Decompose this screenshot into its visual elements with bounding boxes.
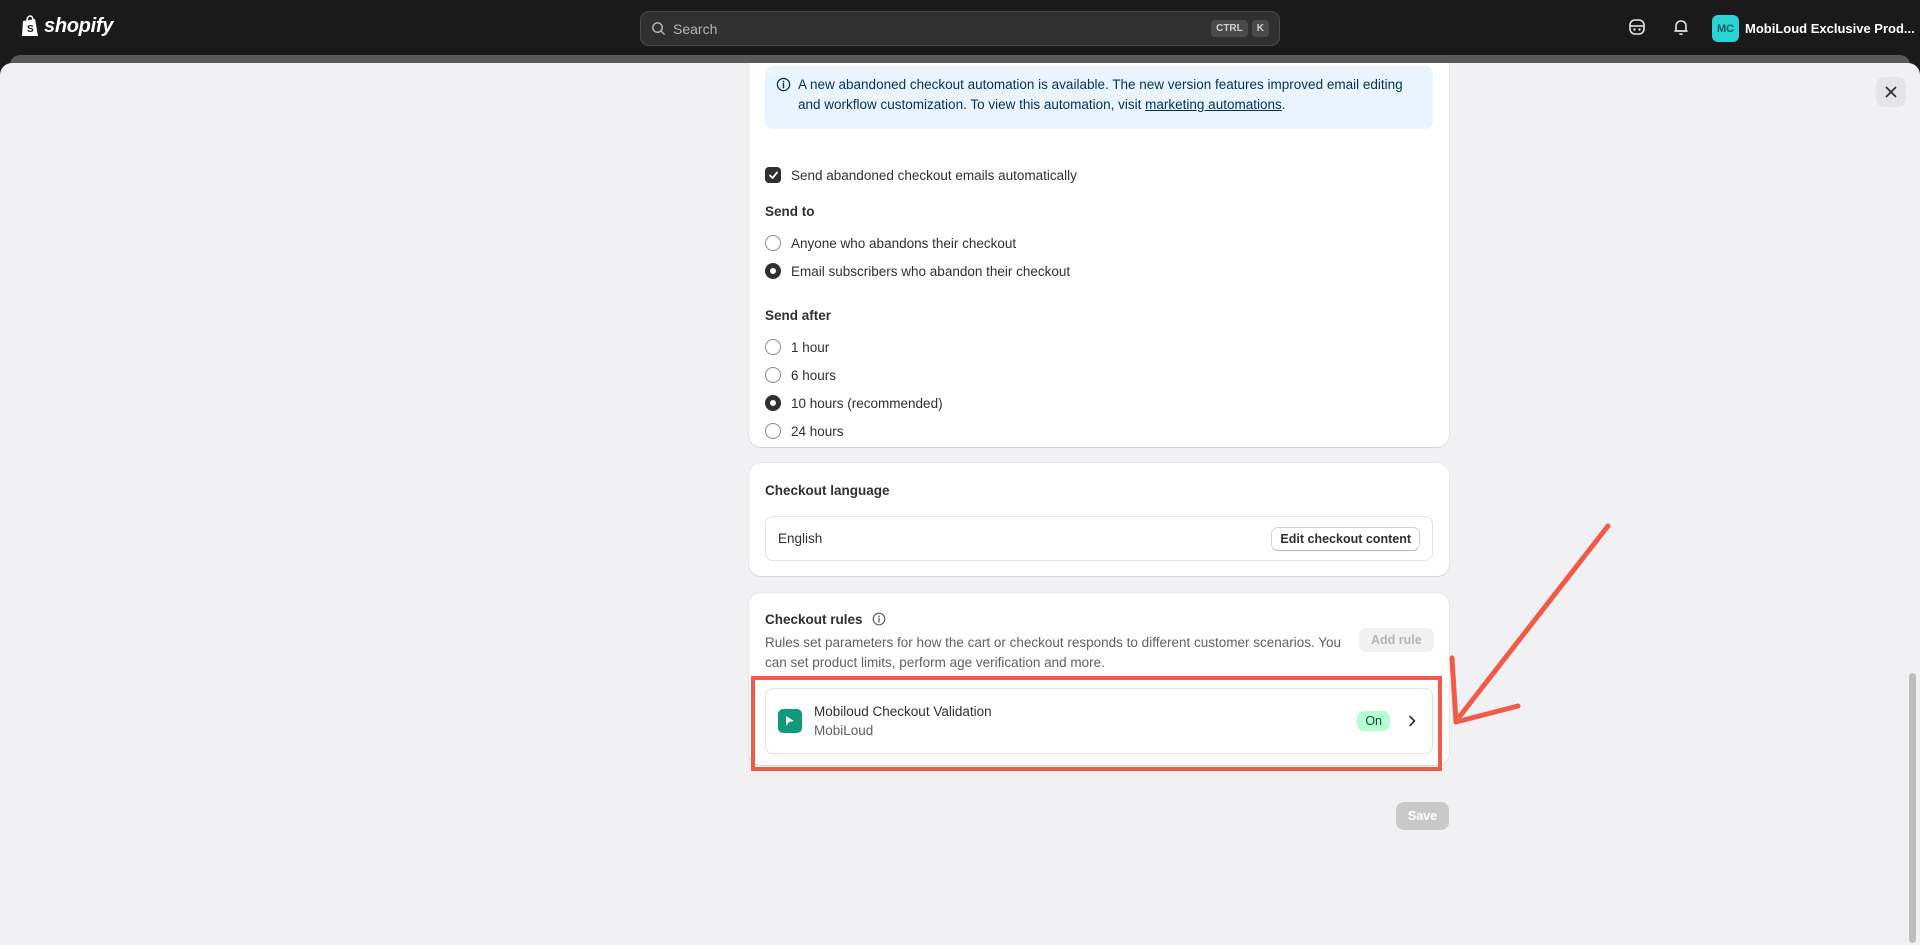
- banner-suffix: .: [1281, 97, 1286, 112]
- sidekick-icon[interactable]: [1627, 17, 1647, 37]
- radio-button[interactable]: [765, 367, 781, 383]
- info-icon: [776, 77, 791, 92]
- search-icon: [652, 22, 665, 35]
- send-after-option-1h[interactable]: 1 hour: [765, 339, 829, 355]
- shortcut-key-ctrl: CTRL: [1211, 20, 1248, 37]
- close-icon: [1885, 86, 1897, 98]
- send-after-option-24h[interactable]: 24 hours: [765, 423, 844, 439]
- close-button[interactable]: [1876, 77, 1906, 107]
- language-value: English: [778, 531, 823, 546]
- radio-button[interactable]: [765, 235, 781, 251]
- shortcut-key-k: K: [1251, 20, 1269, 37]
- checkout-rules-title: Checkout rules: [765, 612, 863, 627]
- option-label: 6 hours: [791, 367, 837, 383]
- banner-text: A new abandoned checkout automation is a…: [798, 77, 1403, 112]
- language-row: English Edit checkout content: [765, 516, 1433, 561]
- annotation-highlight-box: [751, 676, 1442, 771]
- send-to-option-anyone[interactable]: Anyone who abandons their checkout: [765, 235, 1016, 251]
- marketing-automations-link[interactable]: marketing automations: [1145, 97, 1282, 112]
- logo-text: shopify: [44, 14, 114, 37]
- send-to-option-subscribers[interactable]: Email subscribers who abandon their chec…: [765, 263, 1070, 279]
- radio-button[interactable]: [765, 339, 781, 355]
- send-after-label: Send after: [765, 308, 832, 323]
- store-name: MobiLoud Exclusive Prod...: [1745, 21, 1915, 36]
- checkout-language-card: Checkout language English Edit checkout …: [749, 463, 1449, 576]
- account-menu[interactable]: MC MobiLoud Exclusive Prod...: [1712, 15, 1915, 42]
- search-bar[interactable]: Search CTRL K: [640, 11, 1280, 46]
- checkout-rules-heading: Checkout rules: [765, 612, 886, 627]
- add-rule-button[interactable]: Add rule: [1359, 628, 1434, 652]
- shopify-bag-icon: S: [22, 15, 38, 36]
- edit-checkout-content-button[interactable]: Edit checkout content: [1271, 526, 1420, 551]
- send-after-option-10h[interactable]: 10 hours (recommended): [765, 395, 943, 411]
- option-label: 1 hour: [791, 339, 830, 355]
- radio-button-selected[interactable]: [765, 395, 781, 411]
- save-button[interactable]: Save: [1396, 802, 1449, 830]
- radio-button[interactable]: [765, 423, 781, 439]
- checkout-language-title: Checkout language: [765, 483, 890, 498]
- send-after-option-6h[interactable]: 6 hours: [765, 367, 836, 383]
- option-label: 10 hours (recommended): [791, 395, 943, 411]
- info-icon[interactable]: [872, 612, 886, 626]
- search-placeholder: Search: [673, 20, 718, 37]
- scrollbar-thumb[interactable]: [1909, 673, 1916, 943]
- send-auto-checkbox-row[interactable]: Send abandoned checkout emails automatic…: [765, 167, 1077, 183]
- send-auto-label: Send abandoned checkout emails automatic…: [791, 167, 1077, 183]
- option-label: 24 hours: [791, 423, 844, 439]
- option-label: Email subscribers who abandon their chec…: [791, 263, 1071, 279]
- svg-text:S: S: [27, 24, 34, 35]
- avatar: MC: [1712, 15, 1739, 42]
- annotation-arrow: [1449, 523, 1611, 725]
- radio-button-selected[interactable]: [765, 263, 781, 279]
- send-auto-checkbox[interactable]: [765, 167, 781, 183]
- abandoned-checkout-card: A new abandoned checkout automation is a…: [749, 63, 1449, 447]
- top-bar: S shopify Search CTRL K MC MobiLoud Excl…: [0, 0, 1920, 56]
- bell-icon[interactable]: [1671, 17, 1691, 37]
- settings-sheet: A new abandoned checkout automation is a…: [0, 63, 1920, 945]
- checkmark-icon: [768, 171, 778, 179]
- checkout-rules-description: Rules set parameters for how the cart or…: [765, 635, 1342, 670]
- send-to-label: Send to: [765, 204, 815, 219]
- info-banner: A new abandoned checkout automation is a…: [765, 66, 1433, 129]
- shopify-logo[interactable]: S shopify: [20, 14, 113, 38]
- option-label: Anyone who abandons their checkout: [791, 235, 1017, 251]
